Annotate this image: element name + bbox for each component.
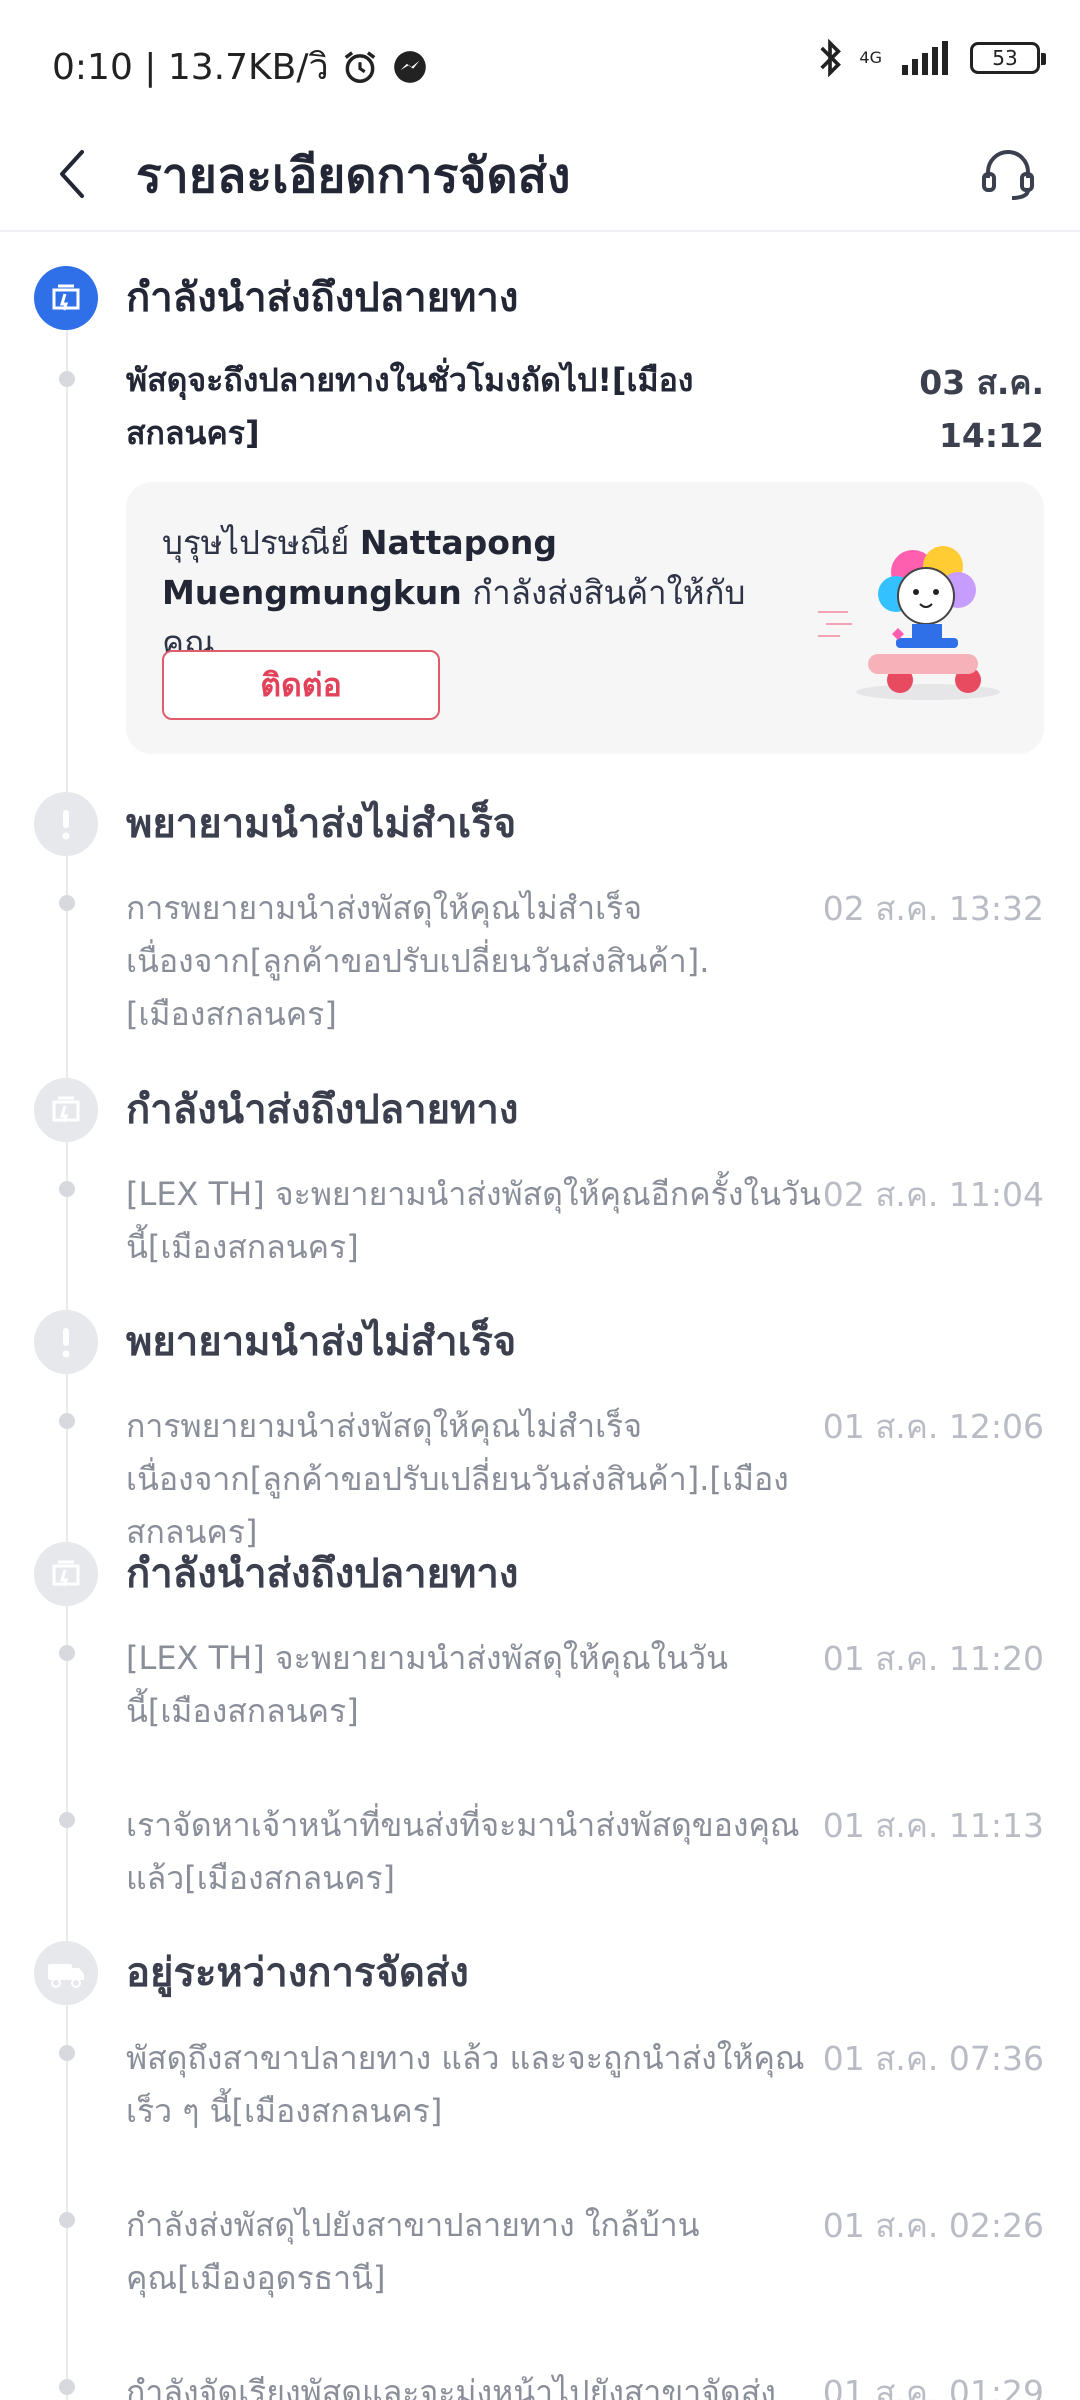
event-text: พัสดุถึงสาขาปลายทาง แล้ว และจะถูกนำส่งให… (126, 2039, 805, 2130)
status-title: กำลังนำส่งถึงปลายทาง (126, 1551, 519, 1597)
event-text: [LEX TH] จะพยายามนำส่งพัสดุให้คุณอีกครั้… (126, 1175, 821, 1266)
customer-support-button[interactable] (972, 138, 1044, 210)
messenger-icon (393, 50, 426, 83)
timeline-dot (59, 2212, 75, 2228)
status-title: กำลังนำส่งถึงปลายทาง (126, 1087, 519, 1133)
status-time: 0:10 | 13.7KB/วิ (52, 47, 329, 88)
status-bar: 0:10 | 13.7KB/วิ 4G 53 (0, 0, 1080, 120)
event-time: 01 ส.ค. 01:29 (822, 2373, 1044, 2400)
courier-card: บุรุษไปรษณีย์ Nattapong Muengmungkun กำล… (126, 482, 1044, 754)
status-title: อยู่ระหว่างการจัดส่ง (126, 1950, 469, 1996)
back-button[interactable] (44, 138, 100, 210)
delivery-box-icon (34, 266, 98, 330)
event-text: เราจัดหาเจ้าหน้าที่ขนส่งที่จะมานำส่งพัสด… (126, 1806, 800, 1897)
event-text: [LEX TH] จะพยายามนำส่งพัสดุให้คุณในวันนี… (126, 1639, 729, 1730)
chevron-left-icon (60, 150, 84, 198)
event-time: 01 ส.ค. 07:36 (822, 2039, 1044, 2078)
header: รายละเอียดการจัดส่ง (0, 120, 1080, 232)
timeline-dot (59, 1413, 75, 1429)
courier-prefix: บุรุษไปรษณีย์ (162, 523, 350, 562)
delivery-box-icon (34, 1078, 98, 1142)
contact-button[interactable]: ติดต่อ (162, 650, 440, 720)
alert-icon (34, 1310, 98, 1374)
battery-level: 53 (992, 46, 1018, 70)
timeline-dot (59, 371, 75, 387)
page-title: รายละเอียดการจัดส่ง (136, 148, 571, 204)
status-left: 0:10 | 13.7KB/วิ (52, 38, 429, 95)
event-time: 01 ส.ค. 02:26 (822, 2206, 1044, 2245)
event-time: 01 ส.ค. 12:06 (822, 1407, 1044, 1446)
status-title: พยายามนำส่งไม่สำเร็จ (126, 801, 517, 847)
timeline-dot (59, 2379, 75, 2395)
event-time: 02 ส.ค. 13:32 (822, 889, 1044, 928)
event-time: 01 ส.ค. 11:13 (822, 1806, 1044, 1845)
timeline-dot (59, 1181, 75, 1197)
bluetooth-icon (820, 38, 842, 78)
battery-icon: 53 (970, 42, 1046, 74)
event-time: 01 ส.ค. 11:20 (822, 1639, 1044, 1678)
event-text: การพยายามนำส่งพัสดุให้คุณไม่สำเร็จเนื่อง… (126, 1407, 789, 1551)
signal-icon (902, 41, 948, 75)
delivery-box-icon (34, 1542, 98, 1606)
network-type: 4G (859, 48, 882, 67)
headset-icon (982, 150, 1034, 200)
timeline-dot (59, 1645, 75, 1661)
event-text: กำลังส่งพัสดุไปยังสาขาปลายทาง ใกล้บ้านคุ… (126, 2206, 700, 2297)
timeline-dot (59, 2045, 75, 2061)
status-title: กำลังนำส่งถึงปลายทาง (126, 275, 519, 321)
alert-icon (34, 792, 98, 856)
event-time: 02 ส.ค. 11:04 (822, 1175, 1044, 1214)
status-right: 4G 53 (817, 38, 1046, 78)
timeline-dot (59, 1812, 75, 1828)
alarm-icon (344, 50, 375, 83)
event-text: การพยายามนำส่งพัสดุให้คุณไม่สำเร็จเนื่อง… (126, 889, 710, 1033)
courier-mascot-illustration (818, 546, 1000, 700)
courier-message: บุรุษไปรษณีย์ Nattapong Muengmungkun กำล… (162, 518, 782, 668)
event-time: 03 ส.ค. 14:12 (919, 363, 1044, 455)
truck-icon (34, 1941, 98, 2005)
event-text: กำลังจัดเรียงพัสดุและจะมุ่งหน้าไปยังสาขา… (126, 2373, 776, 2400)
status-title: พยายามนำส่งไม่สำเร็จ (126, 1319, 517, 1365)
timeline-dot (59, 895, 75, 911)
event-text: พัสดุจะถึงปลายทางในชั่วโมงถัดไป![เมืองสก… (126, 361, 694, 452)
